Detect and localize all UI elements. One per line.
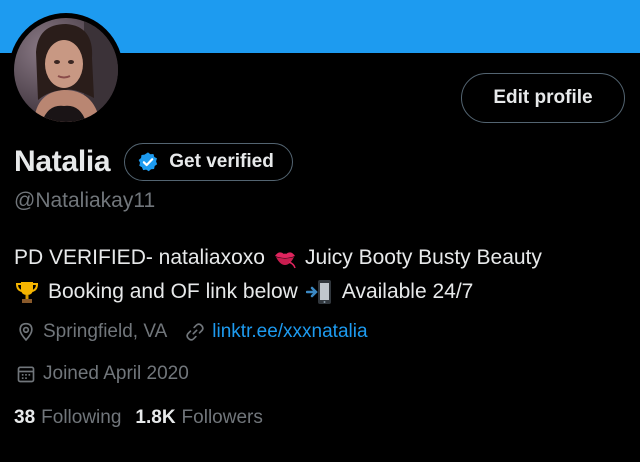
name-row: Natalia Get verified [14,141,293,183]
kiss-mark-icon [273,247,297,269]
get-verified-label: Get verified [169,151,274,172]
joined-row: Joined April 2020 [16,363,189,385]
avatar-photo [14,18,118,122]
bio-line-2: Booking and OF link below Available 24/7 [14,275,634,309]
bio-text: Available 24/7 [341,280,474,303]
profile-page: Edit profile Natalia Get verified @Natal… [0,0,640,462]
calendar-icon [16,364,36,384]
edit-profile-button[interactable]: Edit profile [461,73,625,123]
following-link[interactable]: 38 Following [14,407,121,429]
followers-link[interactable]: 1.8K Followers [135,407,262,429]
following-label: Following [41,407,122,428]
website[interactable]: linktr.ee/xxxnatalia [185,321,368,343]
bio-text: Booking and OF link below [48,280,298,303]
joined-text: Joined April 2020 [43,363,189,384]
profile-bio: PD VERIFIED- nataliaxoxo Juicy Booty Bus… [14,241,634,309]
bio-text: PD VERIFIED- nataliaxoxo [14,246,265,269]
link-icon [185,322,205,342]
profile-handle: @Nataliakay11 [14,189,156,212]
profile-meta-row: Springfield, VA linktr.ee/xxxnatalia [16,321,368,343]
display-name: Natalia [14,145,111,178]
location: Springfield, VA [16,321,167,343]
website-link[interactable]: linktr.ee/xxxnatalia [212,321,367,343]
follow-stats: 38 Following 1.8K Followers [14,407,263,429]
verified-badge-icon [137,151,159,173]
following-count: 38 [14,407,36,428]
followers-label: Followers [181,407,263,428]
followers-count: 1.8K [135,407,176,428]
location-pin-icon [16,322,36,342]
trophy-icon [14,279,40,305]
bio-line-1: PD VERIFIED- nataliaxoxo Juicy Booty Bus… [14,241,634,275]
location-text: Springfield, VA [43,321,168,342]
get-verified-button[interactable]: Get verified [124,143,293,181]
bio-text: Juicy Booty Busty Beauty [304,246,542,269]
joined: Joined April 2020 [16,363,189,385]
avatar[interactable] [9,13,123,127]
mobile-phone-arrow-icon [305,279,334,305]
